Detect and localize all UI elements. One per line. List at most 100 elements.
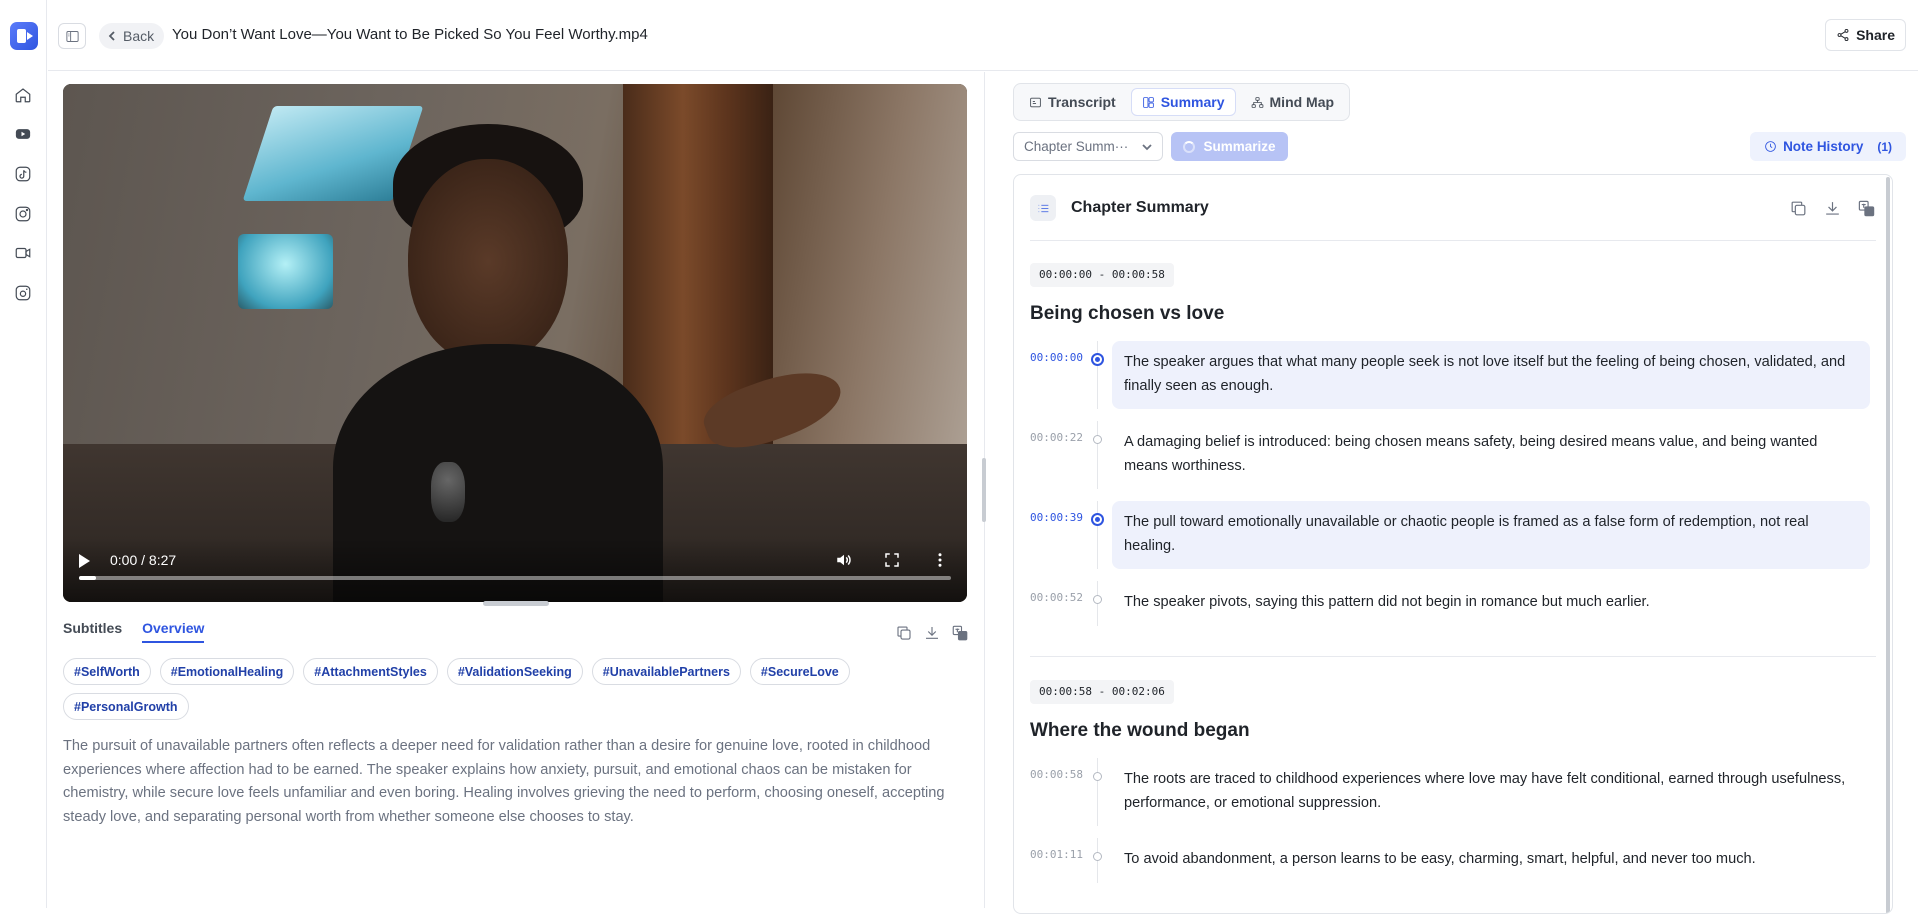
video-progress-fill xyxy=(79,576,97,580)
tab-mind-map[interactable]: Mind Map xyxy=(1240,88,1346,116)
home-icon[interactable] xyxy=(12,84,34,106)
summary-scrollbar[interactable] xyxy=(1886,177,1890,913)
camera-icon[interactable] xyxy=(12,282,34,304)
entry-text: The speaker argues that what many people… xyxy=(1112,341,1870,409)
sidebar-toggle-button[interactable] xyxy=(58,23,86,49)
loading-spinner-icon xyxy=(1183,140,1196,153)
video-resize-handle[interactable] xyxy=(483,601,549,606)
timeline-dot xyxy=(1091,513,1104,526)
play-icon[interactable] xyxy=(79,554,90,568)
left-tabs: Subtitles Overview xyxy=(63,620,205,643)
video-controls: 0:00 / 8:27 xyxy=(63,538,967,602)
list-icon xyxy=(1030,195,1056,221)
share-icon xyxy=(1837,28,1849,42)
chapter-entries: 00:00:00 The speaker argues that what ma… xyxy=(1030,341,1870,626)
video-player[interactable]: 0:00 / 8:27 xyxy=(63,84,967,602)
chapter-section: 00:00:58 - 00:02:06 Where the wound bega… xyxy=(1030,680,1870,883)
copy-icon[interactable] xyxy=(1789,199,1808,223)
video-time: 0:00 / 8:27 xyxy=(110,552,177,568)
tab-overview[interactable]: Overview xyxy=(142,620,205,643)
back-button-label: Back xyxy=(123,28,155,44)
tab-subtitles[interactable]: Subtitles xyxy=(63,620,122,643)
right-pane: Transcript Summary Mind Map Chapter Summ… xyxy=(1013,72,1906,914)
tab-transcript[interactable]: Transcript xyxy=(1018,88,1127,116)
entry-timestamp[interactable]: 00:00:52 xyxy=(1030,581,1086,626)
summary-mode-value: Chapter Summ··· xyxy=(1024,139,1129,154)
summarize-button-label: Summarize xyxy=(1203,139,1276,154)
summary-entry[interactable]: 00:00:58 The roots are traced to childho… xyxy=(1030,758,1870,826)
fullscreen-icon[interactable] xyxy=(883,551,903,571)
mind-map-icon xyxy=(1251,96,1263,108)
summarize-button[interactable]: Summarize xyxy=(1171,132,1288,161)
tab-transcript-label: Transcript xyxy=(1048,94,1116,110)
tag-chip[interactable]: #SecureLove xyxy=(749,658,850,685)
back-button[interactable]: Back xyxy=(99,23,165,49)
app-logo[interactable] xyxy=(10,22,38,50)
tag-chip[interactable]: #ValidationSeeking xyxy=(446,658,583,685)
summary-entry[interactable]: 00:00:22 A damaging belief is introduced… xyxy=(1030,421,1870,489)
transcript-icon xyxy=(1030,97,1041,107)
share-button[interactable]: Share xyxy=(1825,19,1906,51)
copy-icon[interactable] xyxy=(895,624,913,642)
note-history-button[interactable]: Note History (1) xyxy=(1750,132,1906,161)
chapter-title: Where the wound began xyxy=(1030,720,1250,741)
tag-chip[interactable]: #PersonalGrowth xyxy=(63,693,189,720)
tag-chip[interactable]: #AttachmentStyles xyxy=(303,658,438,685)
download-icon[interactable] xyxy=(1823,199,1842,223)
chapter-title: Being chosen vs love xyxy=(1030,303,1225,324)
left-rail xyxy=(0,0,47,908)
panel-icon xyxy=(65,30,79,42)
summary-entry[interactable]: 00:00:00 The speaker argues that what ma… xyxy=(1030,341,1870,409)
translate-icon[interactable] xyxy=(1857,199,1876,223)
overview-actions xyxy=(895,624,969,642)
share-button-label: Share xyxy=(1856,27,1895,43)
chapter-time-range: 00:00:00 - 00:00:58 xyxy=(1030,263,1174,287)
chapter-time-range: 00:00:58 - 00:02:06 xyxy=(1030,680,1174,704)
download-icon[interactable] xyxy=(923,624,941,642)
chapter-summary-card: Chapter Summary 00:00:00 - 00:00:58 Bein… xyxy=(1013,174,1893,914)
volume-icon[interactable] xyxy=(835,551,855,571)
summary-entry[interactable]: 00:00:52 The speaker pivots, saying this… xyxy=(1030,581,1870,626)
card-header: Chapter Summary xyxy=(1030,175,1876,241)
entry-timestamp[interactable]: 00:00:58 xyxy=(1030,758,1086,826)
tab-mind-map-label: Mind Map xyxy=(1269,94,1335,110)
summary-entry[interactable]: 00:00:39 The pull toward emotionally una… xyxy=(1030,501,1870,569)
summary-icon xyxy=(1142,96,1154,108)
video-icon[interactable] xyxy=(12,242,34,264)
entry-text: The pull toward emotionally unavailable … xyxy=(1112,501,1870,569)
tag-chip[interactable]: #SelfWorth xyxy=(63,658,151,685)
overview-text: The pursuit of unavailable partners ofte… xyxy=(63,738,945,825)
chapter-divider xyxy=(1030,656,1876,657)
chevron-down-icon xyxy=(1142,143,1152,150)
tab-summary[interactable]: Summary xyxy=(1130,88,1236,116)
chapter-entries: 00:00:58 The roots are traced to childho… xyxy=(1030,758,1870,883)
tag-chip[interactable]: #UnavailablePartners xyxy=(591,658,741,685)
pane-resize-handle[interactable] xyxy=(982,458,986,522)
view-tabs: Transcript Summary Mind Map xyxy=(1013,83,1351,121)
entry-timestamp[interactable]: 00:00:39 xyxy=(1030,501,1086,569)
summary-entry[interactable]: 00:01:11 To avoid abandonment, a person … xyxy=(1030,838,1870,883)
tag-chip[interactable]: #EmotionalHealing xyxy=(159,658,295,685)
entry-timestamp[interactable]: 00:00:22 xyxy=(1030,421,1086,489)
entry-text: A damaging belief is introduced: being c… xyxy=(1124,434,1818,474)
clock-icon xyxy=(1765,141,1776,152)
entry-timestamp[interactable]: 00:00:00 xyxy=(1030,341,1086,409)
entry-text: To avoid abandonment, a person learns to… xyxy=(1124,851,1756,867)
entry-timestamp[interactable]: 00:01:11 xyxy=(1030,838,1086,883)
left-pane: 0:00 / 8:27 Subtitles Overview #SelfWort… xyxy=(48,72,984,908)
instagram-icon[interactable] xyxy=(12,203,34,225)
entry-text: The roots are traced to childhood experi… xyxy=(1124,771,1846,811)
youtube-icon[interactable] xyxy=(12,123,34,145)
summary-mode-select[interactable]: Chapter Summ··· xyxy=(1013,132,1163,161)
file-title: You Don’t Want Love—You Want to Be Picke… xyxy=(172,26,648,43)
more-options-icon[interactable] xyxy=(931,551,951,571)
note-history-label: Note History xyxy=(1783,139,1864,154)
timeline-dot xyxy=(1093,852,1102,861)
video-progress-bar[interactable] xyxy=(79,576,951,580)
timeline-dot xyxy=(1091,353,1104,366)
translate-icon[interactable] xyxy=(951,624,969,642)
note-history-count: (1) xyxy=(1877,139,1892,154)
timeline-dot xyxy=(1093,435,1102,444)
tiktok-icon[interactable] xyxy=(12,163,34,185)
card-actions xyxy=(1789,199,1876,223)
